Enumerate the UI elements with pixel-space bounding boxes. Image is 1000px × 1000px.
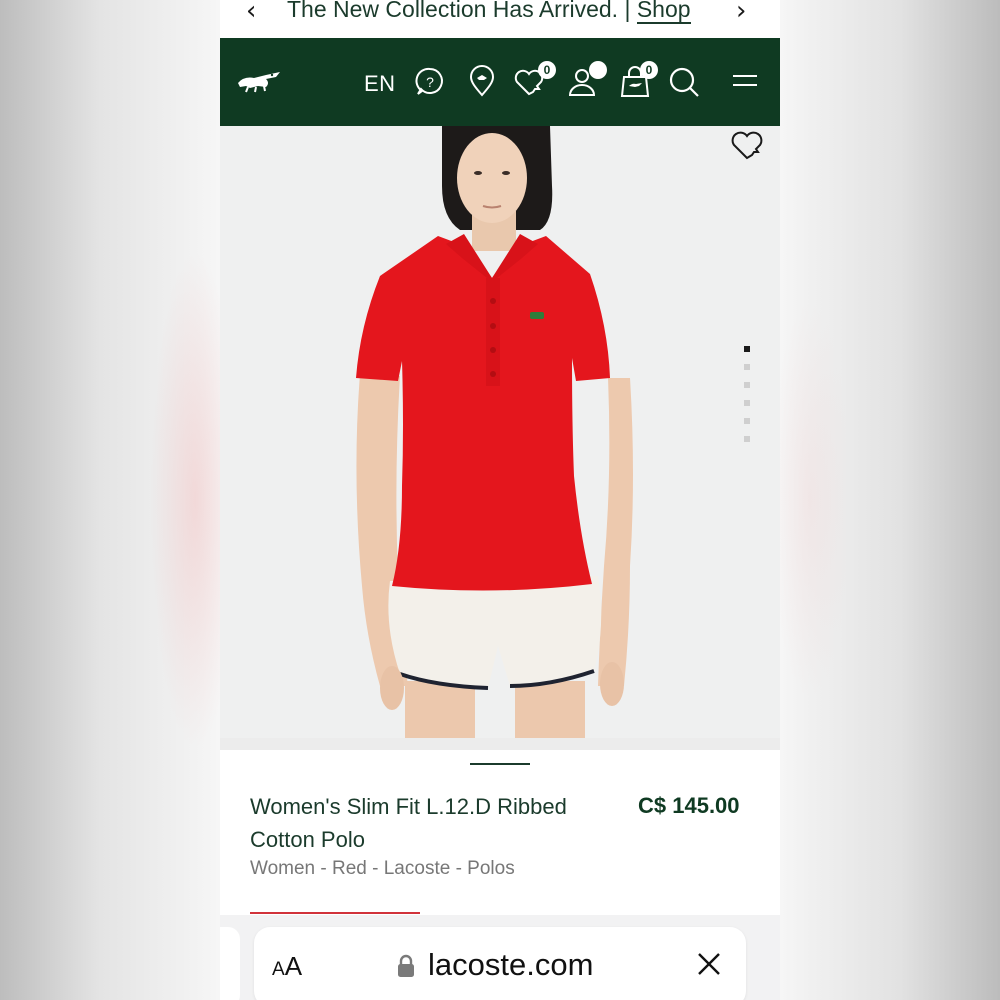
- crocodile-logo[interactable]: [236, 66, 282, 94]
- text-size-button[interactable]: AA: [272, 951, 302, 982]
- cart-count-badge: 0: [640, 61, 658, 79]
- svg-text:?: ?: [426, 74, 434, 90]
- background-blur: [770, 300, 850, 700]
- pagination-dot[interactable]: [744, 382, 750, 388]
- product-image-gallery[interactable]: [220, 126, 780, 738]
- store-locator-icon[interactable]: [465, 65, 499, 99]
- site-header: EN ? 0 0: [220, 38, 780, 126]
- add-to-wishlist-icon[interactable]: [728, 128, 766, 162]
- wishlist-count-badge: 0: [538, 61, 556, 79]
- phone-screen: ‹ The New Collection Has Arrived. | Shop…: [220, 0, 780, 1000]
- pagination-dot[interactable]: [744, 418, 750, 424]
- search-icon[interactable]: [667, 65, 701, 99]
- announcement-text: The New Collection Has Arrived. |: [287, 0, 631, 22]
- product-info-panel: Women's Slim Fit L.12.D Ribbed Cotton Po…: [220, 750, 780, 920]
- accent-underline: [250, 912, 420, 914]
- product-photo: [220, 126, 780, 738]
- product-name-line-1: Women's Slim Fit L.12.D Ribbed: [250, 794, 567, 819]
- previous-tab-preview[interactable]: [220, 927, 240, 1000]
- breadcrumb[interactable]: Women - Red - Lacoste - Polos: [250, 858, 515, 880]
- pagination-dot[interactable]: [744, 436, 750, 442]
- help-icon[interactable]: ?: [413, 65, 447, 99]
- pagination-dot[interactable]: [744, 346, 750, 352]
- announcement-bar: ‹ The New Collection Has Arrived. | Shop…: [220, 0, 780, 38]
- pagination-dot[interactable]: [744, 364, 750, 370]
- chevron-right-icon[interactable]: ›: [736, 0, 746, 26]
- language-selector[interactable]: EN: [364, 71, 396, 97]
- product-price: C$ 145.00: [638, 793, 740, 818]
- close-icon[interactable]: [694, 949, 724, 979]
- product-name: Women's Slim Fit L.12.D Ribbed Cotton Po…: [250, 790, 610, 856]
- account-status-dot: [589, 61, 607, 79]
- image-pagination[interactable]: [744, 346, 750, 454]
- section-separator: [220, 738, 780, 750]
- shop-link[interactable]: Shop: [636, 0, 691, 24]
- lock-icon: [398, 954, 414, 977]
- drawer-handle[interactable]: [470, 763, 530, 765]
- announcement-message: The New Collection Has Arrived. | Shop: [287, 0, 691, 24]
- browser-toolbar: AA lacoste.com: [220, 915, 780, 1000]
- product-name-line-2: Cotton Polo: [250, 827, 365, 852]
- chevron-left-icon[interactable]: ‹: [246, 0, 256, 26]
- address-bar[interactable]: AA lacoste.com: [254, 927, 746, 1000]
- menu-icon[interactable]: [728, 65, 762, 99]
- pagination-dot[interactable]: [744, 400, 750, 406]
- url-domain[interactable]: lacoste.com: [428, 947, 593, 983]
